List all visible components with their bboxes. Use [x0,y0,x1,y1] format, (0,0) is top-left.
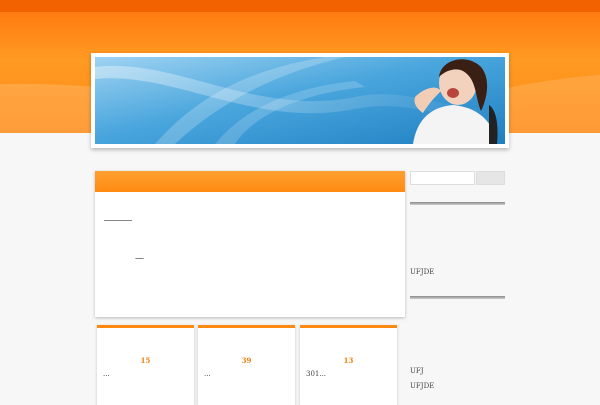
search-button[interactable] [476,171,505,185]
card-count: 15 [140,356,151,365]
widget-divider [410,296,505,299]
card-excerpt: ... [103,370,110,378]
post-card[interactable]: 15 ... [97,325,194,405]
main-dash: — [135,254,144,264]
post-card[interactable]: 39 ... [198,325,295,405]
card-count: 13 [343,356,354,365]
main-title-link[interactable] [104,209,132,221]
widget-divider [410,202,505,205]
header-top-stripe [0,0,600,12]
card-count: 39 [241,356,252,365]
post-card[interactable]: 13 301... [300,325,397,405]
sidebar-link[interactable]: UFJDE [410,268,434,277]
sidebar-link[interactable]: UFJDE [410,382,434,391]
main-content-box: — [95,171,405,317]
sidebar-link[interactable]: UFJ [410,367,424,376]
search-input[interactable] [410,171,475,185]
banner [91,53,509,148]
card-excerpt: 301... [306,370,327,378]
card-excerpt: ... [204,370,211,378]
banner-photo-icon [95,57,505,144]
main-box-header [95,171,405,192]
